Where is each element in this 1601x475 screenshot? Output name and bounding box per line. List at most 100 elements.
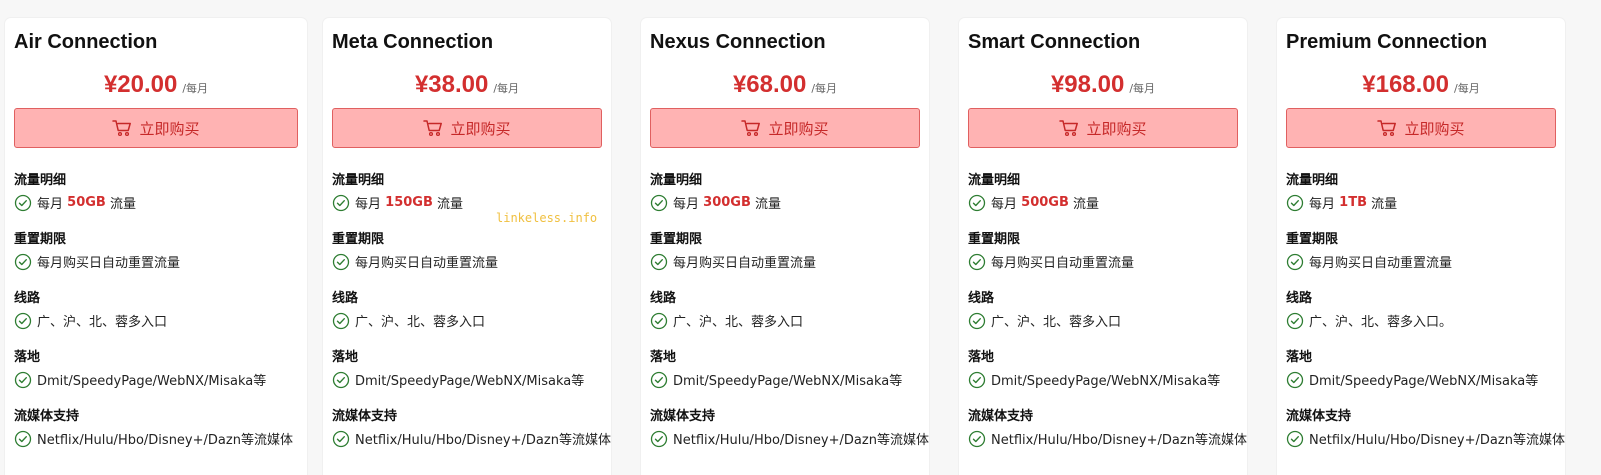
check-circle-icon bbox=[332, 253, 350, 270]
streaming-text: Netfilx/Hulu/Hbo/Disney+/Dazn等流媒体 bbox=[1309, 433, 1565, 448]
route-text: 广、沪、北、蓉多入口。 bbox=[1309, 315, 1453, 330]
check-circle-icon bbox=[650, 371, 668, 388]
route-section-title: 线路 bbox=[1286, 291, 1313, 306]
reset-feature: 每月购买日自动重置流量 bbox=[14, 252, 180, 271]
plan-price: ¥20.00 bbox=[103, 71, 178, 98]
route-section-title: 线路 bbox=[14, 291, 41, 306]
landing-text: Dmit/SpeedyPage/WebNX/Misaka等 bbox=[1309, 374, 1539, 389]
reset-text: 每月购买日自动重置流量 bbox=[991, 256, 1135, 271]
route-text: 广、沪、北、蓉多入口 bbox=[355, 315, 486, 330]
traffic-suffix: 流量 bbox=[1073, 197, 1100, 212]
landing-text: Dmit/SpeedyPage/WebNX/Misaka等 bbox=[991, 374, 1221, 389]
cart-icon bbox=[741, 120, 761, 137]
route-text: 广、沪、北、蓉多入口 bbox=[37, 315, 168, 330]
streaming-section-title: 流媒体支持 bbox=[14, 409, 80, 424]
pricing-plans: Air Connection ¥20.00/每月 立即购买 流量明细 每月 50… bbox=[0, 0, 1601, 475]
check-circle-icon bbox=[332, 430, 350, 447]
traffic-section-title: 流量明细 bbox=[1286, 173, 1339, 188]
route-section-title: 线路 bbox=[650, 291, 677, 306]
check-circle-icon bbox=[14, 312, 32, 329]
check-circle-icon bbox=[650, 194, 668, 211]
landing-text: Dmit/SpeedyPage/WebNX/Misaka等 bbox=[355, 374, 585, 389]
check-circle-icon bbox=[14, 430, 32, 447]
route-feature: 广、沪、北、蓉多入口 bbox=[332, 311, 485, 330]
check-circle-icon bbox=[650, 312, 668, 329]
landing-text: Dmit/SpeedyPage/WebNX/Misaka等 bbox=[673, 374, 903, 389]
landing-text: Dmit/SpeedyPage/WebNX/Misaka等 bbox=[37, 374, 267, 389]
landing-section-title: 落地 bbox=[968, 350, 995, 365]
cart-icon bbox=[112, 120, 132, 137]
route-feature: 广、沪、北、蓉多入口 bbox=[968, 311, 1121, 330]
traffic-amount: 50GB bbox=[67, 195, 106, 210]
streaming-feature: Netfilx/Hulu/Hbo/Disney+/Dazn等流媒体 bbox=[1286, 429, 1565, 448]
buy-now-button[interactable]: 立即购买 bbox=[332, 108, 602, 148]
route-section-title: 线路 bbox=[968, 291, 995, 306]
reset-text: 每月购买日自动重置流量 bbox=[1309, 256, 1453, 271]
check-circle-icon bbox=[14, 371, 32, 388]
buy-now-button[interactable]: 立即购买 bbox=[968, 108, 1238, 148]
reset-text: 每月购买日自动重置流量 bbox=[355, 256, 499, 271]
traffic-section-title: 流量明细 bbox=[332, 173, 385, 188]
streaming-text: Netflix/Hulu/Hbo/Disney+/Dazn等流媒体 bbox=[673, 433, 929, 448]
check-circle-icon bbox=[332, 194, 350, 211]
check-circle-icon bbox=[650, 430, 668, 447]
traffic-suffix: 流量 bbox=[1371, 197, 1398, 212]
check-circle-icon bbox=[1286, 194, 1304, 211]
price-period: /每月 bbox=[811, 82, 838, 95]
streaming-section-title: 流媒体支持 bbox=[1286, 409, 1352, 424]
traffic-suffix: 流量 bbox=[755, 197, 782, 212]
price-row: ¥20.00/每月 bbox=[14, 71, 298, 99]
reset-feature: 每月购买日自动重置流量 bbox=[968, 252, 1134, 271]
price-row: ¥38.00/每月 bbox=[332, 71, 602, 99]
cart-icon bbox=[1377, 120, 1397, 137]
cart-icon bbox=[1059, 120, 1079, 137]
buy-now-button[interactable]: 立即购买 bbox=[1286, 108, 1556, 148]
traffic-feature: 每月 1TB 流量 bbox=[1286, 193, 1397, 212]
check-circle-icon bbox=[1286, 312, 1304, 329]
plan-price: ¥98.00 bbox=[1050, 71, 1125, 98]
traffic-section-title: 流量明细 bbox=[968, 173, 1021, 188]
check-circle-icon bbox=[1286, 253, 1304, 270]
check-circle-icon bbox=[968, 371, 986, 388]
landing-section-title: 落地 bbox=[14, 350, 41, 365]
check-circle-icon bbox=[14, 194, 32, 211]
reset-feature: 每月购买日自动重置流量 bbox=[1286, 252, 1452, 271]
check-circle-icon bbox=[332, 371, 350, 388]
price-period: /每月 bbox=[1454, 82, 1480, 95]
plan-card-nexus: Nexus Connection ¥68.00/每月 立即购买 流量明细 每月 … bbox=[641, 18, 929, 475]
route-text: 广、沪、北、蓉多入口 bbox=[991, 315, 1122, 330]
landing-feature: Dmit/SpeedyPage/WebNX/Misaka等 bbox=[1286, 370, 1538, 389]
landing-section-title: 落地 bbox=[332, 350, 359, 365]
streaming-text: Netflix/Hulu/Hbo/Disney+/Dazn等流媒体 bbox=[37, 433, 293, 448]
plan-card-air: Air Connection ¥20.00/每月 立即购买 流量明细 每月 50… bbox=[5, 18, 307, 475]
check-circle-icon bbox=[1286, 371, 1304, 388]
traffic-prefix: 每月 bbox=[37, 197, 64, 212]
landing-feature: Dmit/SpeedyPage/WebNX/Misaka等 bbox=[332, 370, 584, 389]
plan-name: Premium Connection bbox=[1286, 31, 1488, 53]
traffic-suffix: 流量 bbox=[109, 197, 136, 212]
price-row: ¥68.00/每月 bbox=[650, 71, 920, 99]
buy-now-button[interactable]: 立即购买 bbox=[14, 108, 298, 148]
reset-feature: 每月购买日自动重置流量 bbox=[332, 252, 498, 271]
buy-now-label: 立即购买 bbox=[768, 119, 829, 138]
traffic-amount: 300GB bbox=[703, 195, 751, 210]
buy-now-label: 立即购买 bbox=[1404, 119, 1465, 138]
watermark-text: linkeless.info bbox=[496, 211, 598, 225]
plan-price: ¥68.00 bbox=[732, 71, 807, 98]
check-circle-icon bbox=[332, 312, 350, 329]
reset-text: 每月购买日自动重置流量 bbox=[673, 256, 817, 271]
traffic-section-title: 流量明细 bbox=[650, 173, 703, 188]
check-circle-icon bbox=[968, 253, 986, 270]
plan-name: Air Connection bbox=[14, 31, 158, 53]
buy-now-button[interactable]: 立即购买 bbox=[650, 108, 920, 148]
cart-icon bbox=[423, 120, 443, 137]
check-circle-icon bbox=[968, 194, 986, 211]
traffic-amount: 1TB bbox=[1339, 195, 1367, 210]
reset-text: 每月购买日自动重置流量 bbox=[37, 256, 181, 271]
price-row: ¥98.00/每月 bbox=[968, 71, 1238, 99]
streaming-section-title: 流媒体支持 bbox=[968, 409, 1034, 424]
buy-now-label: 立即购买 bbox=[1086, 119, 1147, 138]
traffic-suffix: 流量 bbox=[437, 197, 464, 212]
traffic-prefix: 每月 bbox=[673, 197, 700, 212]
landing-section-title: 落地 bbox=[650, 350, 677, 365]
